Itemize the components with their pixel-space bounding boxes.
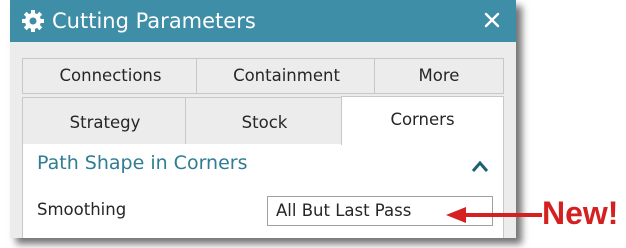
title-bar[interactable]: Cutting Parameters bbox=[10, 0, 516, 42]
section-title[interactable]: Path Shape in Corners bbox=[37, 152, 247, 174]
tab-label: Containment bbox=[233, 66, 340, 85]
corners-panel: Path Shape in Corners Smoothing All But … bbox=[22, 144, 504, 238]
tab-more[interactable]: More bbox=[374, 58, 504, 94]
tab-label: Stock bbox=[241, 113, 288, 132]
chevron-up-icon[interactable] bbox=[469, 156, 491, 178]
tab-connections[interactable]: Connections bbox=[22, 58, 199, 94]
tab-label: More bbox=[418, 66, 460, 85]
tab-containment[interactable]: Containment bbox=[196, 58, 377, 94]
cutting-parameters-dialog: Cutting Parameters Connections Containme… bbox=[10, 0, 516, 238]
tab-corners[interactable]: Corners bbox=[341, 96, 504, 145]
new-callout: New! bbox=[542, 195, 619, 231]
gear-icon bbox=[22, 10, 44, 32]
tab-label: Connections bbox=[59, 66, 162, 85]
tab-strategy[interactable]: Strategy bbox=[22, 97, 188, 145]
tab-label: Strategy bbox=[69, 113, 141, 132]
callout-arrow-icon bbox=[446, 207, 542, 223]
smoothing-label: Smoothing bbox=[37, 200, 127, 219]
dialog-title: Cutting Parameters bbox=[52, 9, 256, 33]
tab-label: Corners bbox=[390, 110, 455, 129]
tab-stock[interactable]: Stock bbox=[185, 97, 344, 145]
close-icon[interactable] bbox=[480, 8, 504, 32]
